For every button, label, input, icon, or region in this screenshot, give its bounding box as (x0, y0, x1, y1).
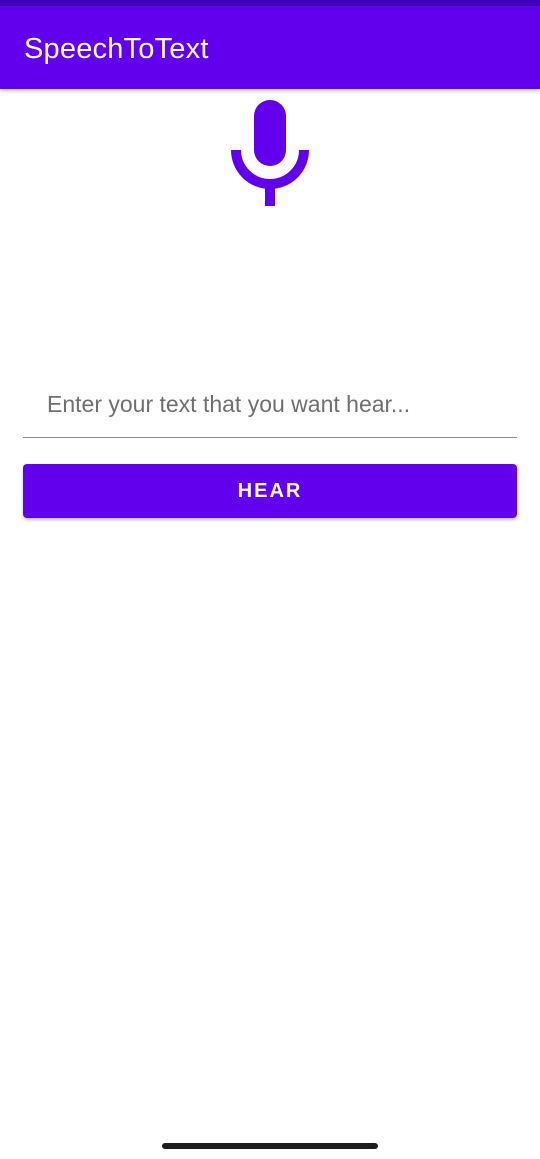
app-title: SpeechToText (24, 33, 209, 65)
app-bar: SpeechToText (0, 6, 540, 89)
microphone-button[interactable] (228, 98, 312, 210)
gesture-navigation-handle[interactable] (162, 1143, 378, 1149)
screen: SpeechToText HEAR (0, 0, 540, 1159)
text-input[interactable] (23, 372, 517, 438)
hear-button[interactable]: HEAR (23, 464, 517, 518)
microphone-icon (231, 100, 309, 206)
